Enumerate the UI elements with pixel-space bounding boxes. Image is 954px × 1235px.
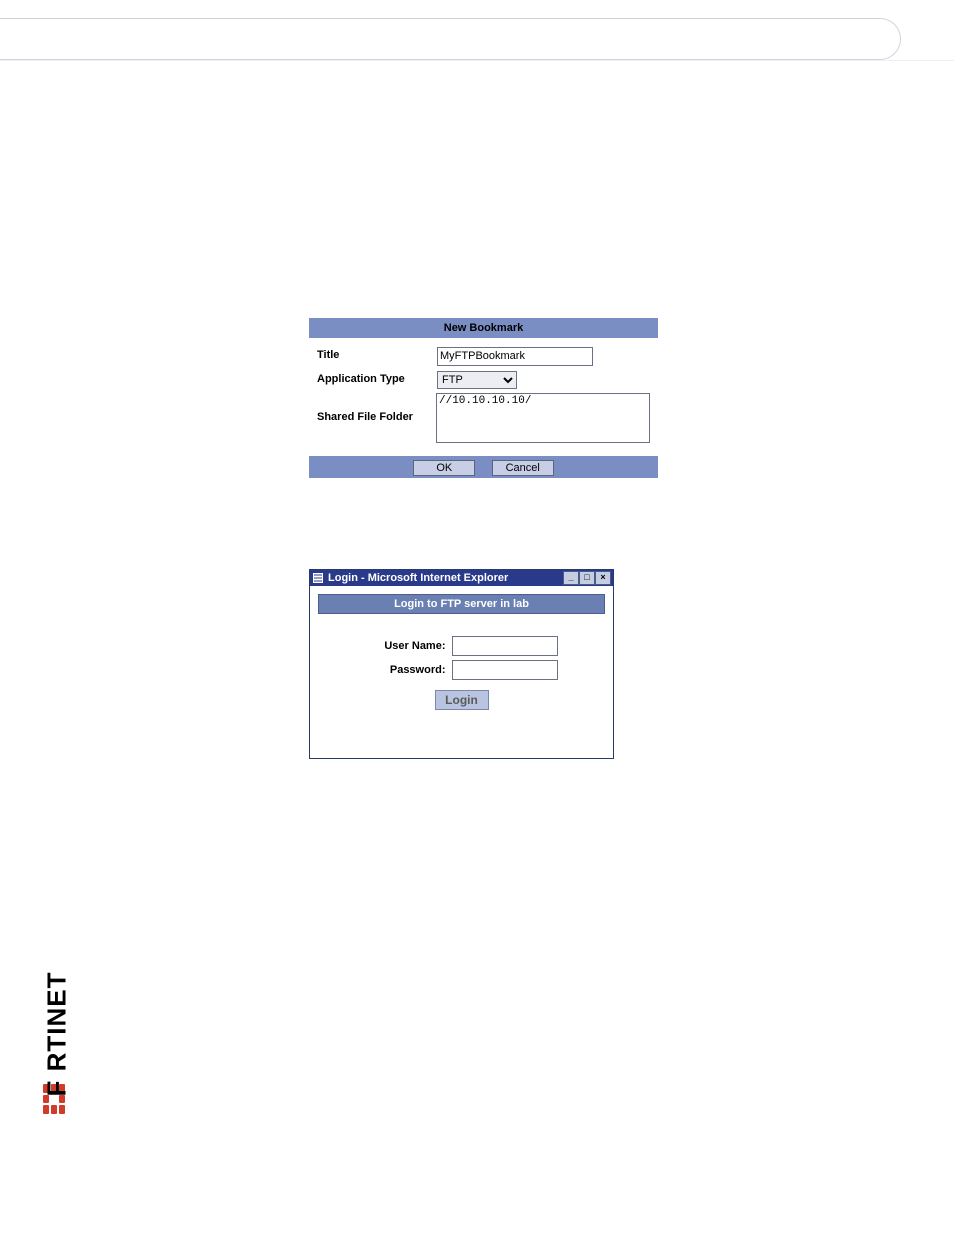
row-apptype: Application Type FTP (317, 368, 650, 391)
title-input[interactable] (437, 347, 593, 366)
maximize-icon[interactable]: □ (579, 571, 595, 585)
login-button[interactable]: Login (435, 690, 489, 710)
cancel-button[interactable]: Cancel (492, 460, 554, 476)
ie-body: Login to FTP server in lab User Name: Pa… (310, 586, 613, 758)
close-icon[interactable]: × (595, 571, 611, 585)
ie-window-title: Login - Microsoft Internet Explorer (328, 572, 563, 584)
username-label: User Name: (366, 640, 446, 652)
login-banner: Login to FTP server in lab (318, 594, 605, 614)
ie-login-window: Login - Microsoft Internet Explorer _ □ … (309, 569, 614, 759)
page-header-bar (0, 18, 901, 60)
shared-folder-textarea[interactable]: //10.10.10.10/ (436, 393, 650, 443)
new-bookmark-footer: OK Cancel (309, 456, 658, 478)
login-form: User Name: Password: Login (318, 636, 605, 750)
ok-button[interactable]: OK (413, 460, 475, 476)
new-bookmark-panel: New Bookmark Title Application Type FTP … (309, 318, 658, 478)
ie-titlebar: Login - Microsoft Internet Explorer _ □ … (310, 570, 613, 586)
password-label: Password: (366, 664, 446, 676)
row-title: Title (317, 344, 650, 368)
row-shared-folder: Shared File Folder //10.10.10.10/ (317, 391, 650, 450)
page-header-divider (0, 60, 954, 61)
fortinet-logo: F RTINET (40, 936, 70, 1126)
ie-app-icon (312, 572, 324, 584)
apptype-label: Application Type (317, 370, 437, 385)
shared-folder-label: Shared File Folder (317, 393, 436, 423)
apptype-select[interactable]: FTP (437, 371, 517, 389)
fortinet-wordmark: F RTINET (42, 947, 73, 1097)
password-input[interactable] (452, 660, 558, 680)
minimize-icon[interactable]: _ (563, 571, 579, 585)
row-username: User Name: (318, 636, 605, 656)
new-bookmark-title: New Bookmark (309, 318, 658, 338)
row-password: Password: (318, 660, 605, 680)
username-input[interactable] (452, 636, 558, 656)
title-label: Title (317, 346, 437, 361)
new-bookmark-body: Title Application Type FTP Shared File F… (309, 338, 658, 456)
